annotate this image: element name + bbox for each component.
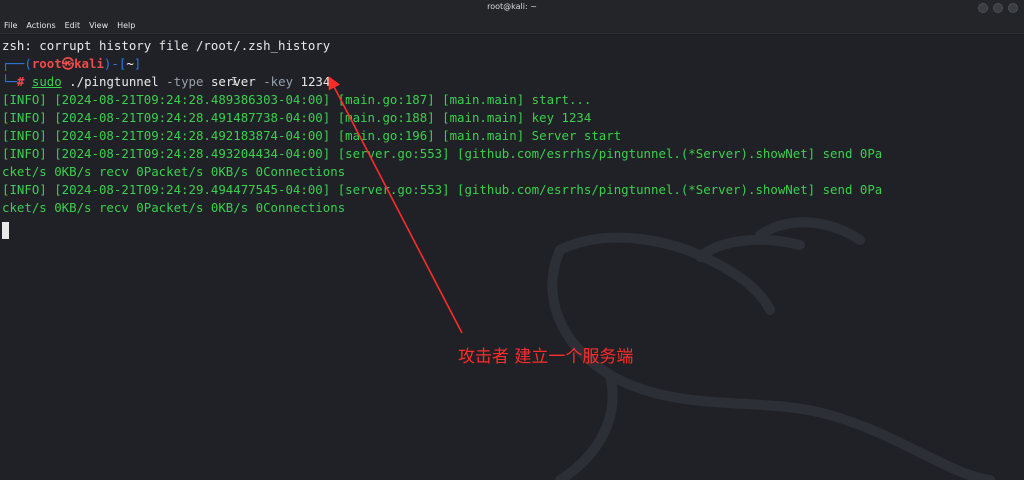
menu-actions[interactable]: Actions: [26, 20, 55, 31]
menu-view[interactable]: View: [89, 20, 108, 31]
window-controls: [978, 3, 1018, 13]
terminal-area[interactable]: zsh: corrupt history file /root/.zsh_his…: [0, 35, 1024, 480]
window-title: root@kali: ~: [487, 2, 537, 11]
menu-bar: File Actions Edit View Help: [0, 17, 1024, 34]
annotation-label: 攻击者 建立一个服务端: [458, 347, 634, 367]
annotation-arrow: [328, 76, 463, 334]
minimize-button[interactable]: [978, 3, 988, 13]
menu-help[interactable]: Help: [117, 20, 135, 31]
close-button[interactable]: [1008, 3, 1018, 13]
maximize-button[interactable]: [993, 3, 1003, 13]
menu-file[interactable]: File: [4, 20, 17, 31]
window-titlebar: root@kali: ~: [0, 0, 1024, 18]
menu-edit[interactable]: Edit: [65, 20, 81, 31]
